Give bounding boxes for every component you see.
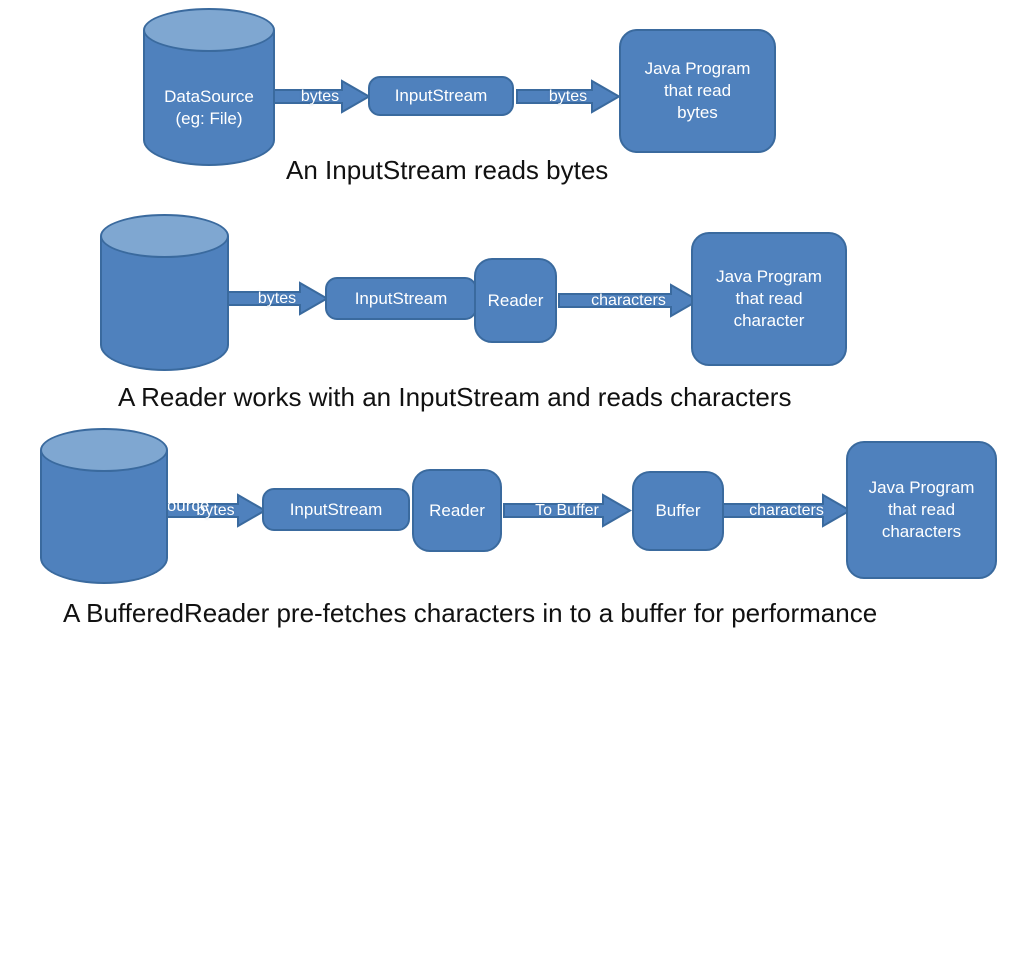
row1-caption: An InputStream reads bytes xyxy=(286,155,609,185)
diagram-canvas: DataSource (eg: File) bytes InputStream … xyxy=(0,0,1021,963)
row1-javaprogram-label-line3: bytes xyxy=(677,102,718,122)
row1-datasource-label-line1: DataSource xyxy=(164,87,254,106)
row2-javaprogram-label-line2: that read xyxy=(735,289,803,309)
row1-datasource-label-line2: (eg: File) xyxy=(175,109,243,129)
row2-javaprogram-box: Java Program that read character xyxy=(691,232,847,366)
row2-caption: A Reader works with an InputStream and r… xyxy=(118,382,792,412)
row1-javaprogram-box: Java Program that read bytes xyxy=(619,29,776,153)
row1-arrow-bytes-1-label: bytes xyxy=(300,87,340,105)
row3-javaprogram-label-line3: characters xyxy=(881,521,962,541)
row3-datasource-cylinder: DataSource (eg: File) xyxy=(40,428,168,963)
row2-reader-label: Reader xyxy=(487,290,544,310)
row3-arrow-tobuffer: To Buffer xyxy=(503,493,633,528)
row3-datasource-label-line1: DataSource xyxy=(59,922,149,941)
row1-inputstream-box: InputStream xyxy=(368,76,514,116)
row3-buffer-label: Buffer xyxy=(655,501,701,521)
row1-javaprogram-label-line2: that read xyxy=(663,81,732,101)
row3-buffer-box: Buffer xyxy=(632,471,724,551)
row1-datasource-cylinder: DataSource (eg: File) xyxy=(143,8,275,166)
row3-inputstream-label: InputStream xyxy=(289,499,383,519)
row2-arrow-characters: characters xyxy=(558,283,701,318)
row3-datasource-label: DataSource (eg: File) xyxy=(40,921,168,965)
row2-datasource-cylinder: DataSource (eg: File) xyxy=(100,214,229,537)
row1-arrow-bytes-2-label: bytes xyxy=(548,87,588,105)
row3-javaprogram-label-line2: that read xyxy=(887,500,956,520)
row3-reader-box: Reader xyxy=(412,469,502,552)
row1-arrow-bytes-1: bytes xyxy=(270,79,372,114)
row2-javaprogram-label-line1: Java Program xyxy=(716,267,822,287)
row3-javaprogram-label-line1: Java Program xyxy=(868,478,975,498)
row2-arrow-characters-label: characters xyxy=(591,291,666,309)
row3-caption: A BufferedReader pre-fetches characters … xyxy=(63,598,878,628)
cylinder-top-ellipse xyxy=(143,8,275,52)
row1-datasource-label: DataSource (eg: File) xyxy=(143,86,275,130)
row3-inputstream-box: InputStream xyxy=(262,488,410,531)
cylinder-top-ellipse xyxy=(100,214,229,258)
row1-arrow-bytes-2: bytes xyxy=(516,79,622,114)
row2-inputstream-box: InputStream xyxy=(325,277,477,320)
row2-arrow-bytes-label: bytes xyxy=(257,289,297,307)
row2-arrow-bytes: bytes xyxy=(226,281,330,316)
row2-reader-box: Reader xyxy=(474,258,557,343)
row3-reader-label: Reader xyxy=(429,500,485,520)
row3-arrow-tobuffer-label: To Buffer xyxy=(535,501,599,519)
row2-inputstream-label: InputStream xyxy=(354,288,448,308)
row1-inputstream-label: InputStream xyxy=(394,86,488,106)
row2-javaprogram-label-line3: character xyxy=(733,310,805,330)
row3-javaprogram-box: Java Program that read characters xyxy=(846,441,997,579)
row3-arrow-characters-label: characters xyxy=(749,501,824,519)
row3-datasource-label-line2: (eg: File) xyxy=(70,944,138,964)
row1-javaprogram-label-line1: Java Program xyxy=(644,59,751,79)
row3-arrow-characters: characters xyxy=(722,493,853,528)
cylinder-top-ellipse xyxy=(40,428,168,472)
